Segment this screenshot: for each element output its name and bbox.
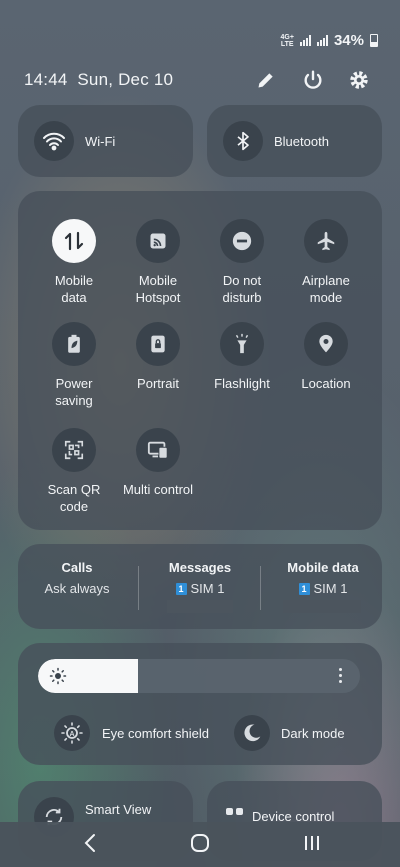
sim-manager-panel[interactable]: Calls Ask always Messages 1 SIM 1 Mobile … <box>18 544 382 629</box>
scan-qr-toggle[interactable]: Scan QR code <box>29 428 119 515</box>
mobile-hotspot-label: Mobile Hotspot <box>135 273 181 305</box>
airplane-mode-label: Airplane mode <box>302 273 350 305</box>
portrait-label: Portrait <box>137 376 179 391</box>
mobile-data-toggle[interactable]: Mobile data <box>29 219 119 306</box>
location-pin-icon <box>304 322 348 366</box>
status-bar: 4G+ LTE 34% <box>281 32 378 49</box>
mobile-data-title: Mobile data <box>287 560 359 575</box>
battery-leaf-icon <box>52 322 96 366</box>
multi-control-label: Multi control <box>122 482 194 497</box>
calls-sim[interactable]: Calls Ask always <box>22 560 132 596</box>
mobile-hotspot-toggle[interactable]: Mobile Hotspot <box>113 219 203 306</box>
airplane-mode-toggle[interactable]: Airplane mode <box>281 219 371 306</box>
hotspot-icon <box>136 219 180 263</box>
flashlight-label: Flashlight <box>214 376 270 391</box>
portrait-toggle[interactable]: Portrait <box>113 322 203 392</box>
signal-icon-2 <box>316 35 328 46</box>
moon-icon <box>234 715 270 751</box>
back-icon <box>84 834 95 852</box>
lock-rotation-icon <box>136 322 180 366</box>
messages-sim[interactable]: Messages 1 SIM 1 <box>145 560 255 596</box>
mobile-data-sim[interactable]: Mobile data 1 SIM 1 <box>268 560 378 596</box>
svg-text:A: A <box>69 731 74 738</box>
more-options-icon[interactable] <box>339 668 342 683</box>
battery-percent: 34% <box>333 32 364 49</box>
network-indicator: 4G+ LTE <box>281 34 294 48</box>
flashlight-icon <box>220 322 264 366</box>
brightness-panel: A Eye comfort shield Dark mode <box>18 643 382 765</box>
gear-icon <box>350 71 368 89</box>
up-down-arrows-icon <box>52 219 96 263</box>
date-time: 14:44 Sun, Dec 10 <box>24 70 174 89</box>
do-not-disturb-label: Do not disturb <box>222 273 262 305</box>
home-button[interactable] <box>180 828 220 858</box>
dark-mode-toggle[interactable]: Dark mode <box>234 715 345 751</box>
sun-icon <box>49 667 67 685</box>
recents-button[interactable] <box>292 828 332 858</box>
dark-mode-label: Dark mode <box>281 725 345 741</box>
device-control-icon <box>226 808 243 815</box>
navigation-bar <box>0 822 400 867</box>
wifi-tile[interactable]: Wi-Fi <box>18 105 193 177</box>
location-toggle[interactable]: Location <box>281 322 371 392</box>
messages-value: SIM 1 <box>190 581 225 596</box>
do-not-disturb-toggle[interactable]: Do not disturb <box>197 219 287 306</box>
redacted-carrier <box>283 600 361 613</box>
power-button[interactable] <box>299 66 327 94</box>
quick-settings-panel: Mobile data Mobile Hotspot Do not distur… <box>18 191 382 530</box>
location-label: Location <box>301 376 351 391</box>
flashlight-toggle[interactable]: Flashlight <box>197 322 287 392</box>
recents-icon <box>305 836 319 850</box>
settings-button[interactable] <box>345 66 373 94</box>
eye-comfort-label: Eye comfort shield <box>102 725 209 741</box>
signal-icon <box>299 35 311 46</box>
power-saving-label: Power saving <box>55 376 93 408</box>
power-saving-toggle[interactable]: Power saving <box>29 322 119 409</box>
network-sub: LTE <box>280 40 294 48</box>
pencil-icon <box>258 73 273 88</box>
mobile-data-label: Mobile data <box>54 273 94 305</box>
mobile-data-value: SIM 1 <box>313 581 348 596</box>
home-icon <box>191 834 209 852</box>
minus-circle-icon <box>220 219 264 263</box>
sim-badge: 1 <box>298 582 310 595</box>
multi-control-icon <box>136 428 180 472</box>
battery-icon <box>370 34 378 47</box>
bluetooth-label: Bluetooth <box>274 133 329 149</box>
airplane-icon <box>304 219 348 263</box>
wifi-label: Wi-Fi <box>85 133 116 149</box>
divider <box>138 566 139 610</box>
bluetooth-icon <box>223 121 263 161</box>
sim-badge: 1 <box>175 582 187 595</box>
calls-value: Ask always <box>44 581 110 596</box>
redacted-carrier <box>167 600 233 613</box>
wifi-icon <box>34 121 74 161</box>
calls-title: Calls <box>61 560 93 575</box>
qr-scan-icon <box>52 428 96 472</box>
eye-comfort-icon: A <box>54 715 90 751</box>
divider <box>260 566 261 610</box>
smart-view-label: Smart View <box>85 802 152 817</box>
edit-button[interactable] <box>252 66 280 94</box>
bluetooth-tile[interactable]: Bluetooth <box>207 105 382 177</box>
power-icon <box>304 70 322 89</box>
messages-title: Messages <box>168 560 232 575</box>
brightness-slider[interactable] <box>38 659 360 693</box>
back-button[interactable] <box>70 828 110 858</box>
multi-control-toggle[interactable]: Multi control <box>113 428 203 498</box>
scan-qr-label: Scan QR code <box>47 482 101 514</box>
eye-comfort-toggle[interactable]: A Eye comfort shield <box>54 715 209 751</box>
network-type: 4G+ <box>280 33 294 41</box>
